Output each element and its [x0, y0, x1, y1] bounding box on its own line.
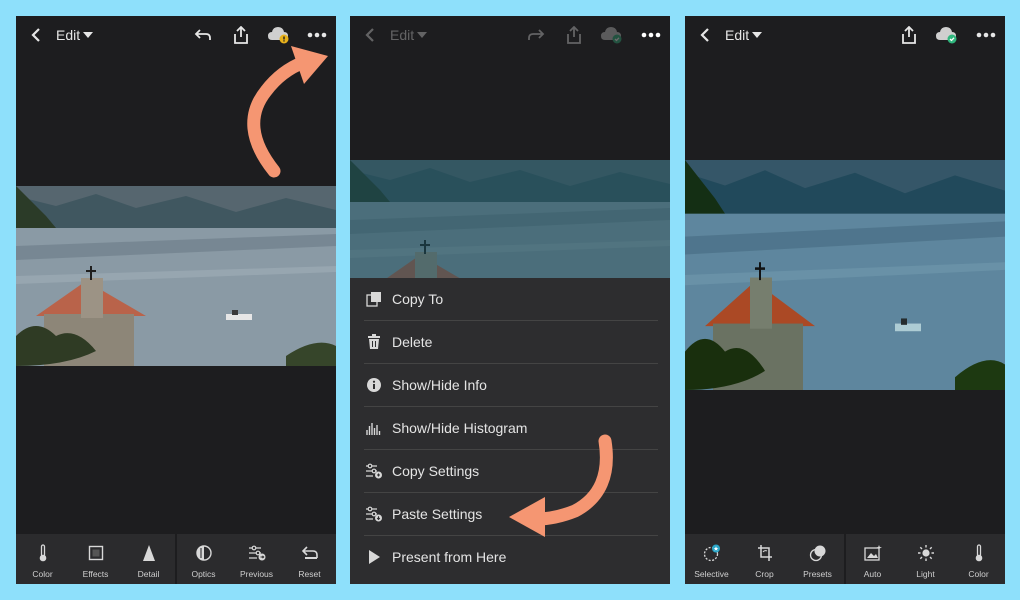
more-options-icon[interactable]	[304, 25, 330, 45]
edit-label: Edit	[56, 27, 81, 43]
edit-tools-bar: Selective Crop Presets Auto Light Color	[685, 534, 1005, 584]
middle-phone-screen: Edit Copy To Delete Show/Hide Info Show/…	[350, 16, 670, 584]
menu-item-label: Copy Settings	[392, 463, 480, 479]
tool-light[interactable]: Light	[899, 534, 952, 584]
cloud-synced-icon[interactable]	[934, 25, 960, 45]
photo-unedited	[16, 186, 336, 366]
paste-settings-icon	[364, 504, 384, 524]
edit-tools-bar: Color Effects Detail Optics Previous Res…	[16, 534, 336, 584]
undo-icon[interactable]	[192, 25, 214, 45]
photo-tint-overlay	[350, 160, 670, 278]
edit-mode-dropdown[interactable]: Edit	[390, 25, 428, 45]
effects-icon	[88, 543, 104, 563]
menu-item-label: Paste Settings	[392, 506, 483, 522]
share-icon[interactable]	[230, 25, 252, 45]
redo-icon[interactable]	[525, 25, 547, 45]
menu-item-present-from-here[interactable]: Present from Here	[364, 536, 658, 578]
menu-item-paste-settings[interactable]: Paste Settings	[364, 493, 658, 536]
tool-color[interactable]: Color	[952, 534, 1005, 584]
menu-item-label: Present from Here	[392, 549, 507, 565]
top-toolbar: Edit	[350, 16, 670, 54]
tool-selective[interactable]: Selective	[685, 534, 738, 584]
tool-effects[interactable]: Effects	[69, 534, 122, 584]
left-phone-screen: Edit Color Effects Detail Optics Previou…	[16, 16, 336, 584]
selective-icon	[703, 543, 721, 563]
more-options-icon[interactable]	[973, 25, 999, 45]
top-toolbar: Edit	[685, 16, 1005, 54]
cloud-synced-icon[interactable]	[599, 25, 625, 45]
caret-down-icon	[417, 32, 428, 38]
copy-settings-icon	[364, 461, 384, 481]
menu-item-copy-settings[interactable]: Copy Settings	[364, 450, 658, 493]
tool-crop[interactable]: Crop	[738, 534, 791, 584]
thermometer-icon	[38, 543, 48, 563]
tool-label: Crop	[755, 569, 774, 579]
tool-optics[interactable]: Optics	[177, 534, 230, 584]
auto-icon	[863, 543, 882, 563]
edit-mode-dropdown[interactable]: Edit	[56, 25, 94, 45]
share-icon[interactable]	[898, 25, 920, 45]
tool-label: Detail	[137, 569, 160, 579]
tool-label: Previous	[239, 569, 274, 579]
more-options-menu: Copy To Delete Show/Hide Info Show/Hide …	[350, 278, 670, 584]
photo-color-grade-overlay	[685, 160, 1005, 390]
tool-label: Optics	[191, 569, 216, 579]
info-icon	[364, 375, 384, 395]
top-toolbar: Edit	[16, 16, 336, 54]
share-icon[interactable]	[563, 25, 585, 45]
back-chevron-icon[interactable]	[360, 25, 380, 45]
menu-item-label: Delete	[392, 334, 433, 350]
trash-icon	[364, 332, 384, 352]
cloud-warning-icon[interactable]	[266, 25, 292, 45]
optics-icon	[195, 543, 213, 563]
more-options-icon[interactable]	[638, 25, 664, 45]
tool-color[interactable]: Color	[16, 534, 69, 584]
tool-label: Light	[916, 569, 935, 579]
tool-presets[interactable]: Presets	[791, 534, 844, 584]
previous-icon	[248, 543, 266, 563]
edit-label: Edit	[390, 27, 415, 43]
menu-item-show-hide-info[interactable]: Show/Hide Info	[364, 364, 658, 407]
tool-label: Effects	[82, 569, 109, 579]
detail-icon	[142, 543, 156, 563]
menu-item-delete[interactable]: Delete	[364, 321, 658, 364]
menu-item-label: Show/Hide Histogram	[392, 420, 528, 436]
thermometer-icon	[974, 543, 984, 563]
menu-item-label: Show/Hide Info	[392, 377, 487, 393]
edit-mode-dropdown[interactable]: Edit	[725, 25, 763, 45]
presets-icon	[809, 543, 827, 563]
back-chevron-icon[interactable]	[695, 25, 715, 45]
tool-label: Color	[32, 569, 53, 579]
sun-icon	[917, 543, 935, 563]
edit-label: Edit	[725, 27, 750, 43]
play-icon	[364, 547, 384, 567]
reset-icon	[301, 543, 318, 563]
curved-arrow-icon	[247, 46, 328, 178]
caret-down-icon	[83, 32, 94, 38]
tool-label: Presets	[803, 569, 832, 579]
tool-previous[interactable]: Previous	[230, 534, 283, 584]
back-chevron-icon[interactable]	[26, 25, 46, 45]
menu-item-copy-to[interactable]: Copy To	[364, 278, 658, 321]
caret-down-icon	[752, 32, 763, 38]
tool-auto[interactable]: Auto	[846, 534, 899, 584]
copy-to-icon	[364, 289, 384, 309]
tool-label: Color	[968, 569, 989, 579]
tool-reset[interactable]: Reset	[283, 534, 336, 584]
menu-item-show-hide-histogram[interactable]: Show/Hide Histogram	[364, 407, 658, 450]
tool-label: Selective	[694, 569, 729, 579]
right-phone-screen: Edit Selective Crop Presets Auto Light C…	[685, 16, 1005, 584]
menu-item-label: Copy To	[392, 291, 444, 307]
tool-label: Reset	[298, 569, 321, 579]
tool-detail[interactable]: Detail	[122, 534, 175, 584]
tool-label: Auto	[863, 569, 882, 579]
crop-icon	[757, 543, 773, 563]
histogram-icon	[364, 418, 384, 438]
